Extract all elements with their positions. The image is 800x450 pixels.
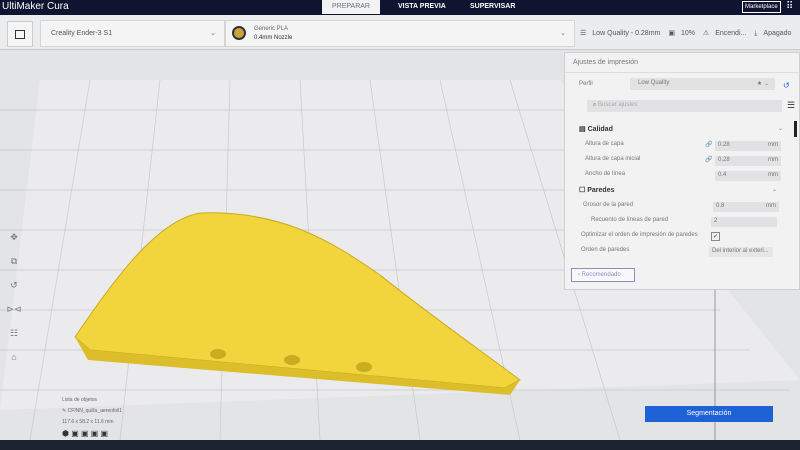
setting-value: 0.4 bbox=[718, 172, 727, 178]
setting-label: Grosor de la pared bbox=[583, 202, 634, 208]
extruder-icon bbox=[232, 26, 246, 40]
slice-button[interactable]: Segmentación bbox=[645, 406, 773, 422]
reset-icon[interactable]: ↺ bbox=[783, 81, 790, 90]
section-paredes[interactable]: ☐ Paredes bbox=[579, 186, 614, 194]
material-selector[interactable]: Generic PLA 0.4mm Nozzle ⌄ bbox=[225, 20, 575, 47]
section-label: Paredes bbox=[587, 187, 615, 194]
support-blocker-icon[interactable]: ⌂ bbox=[4, 345, 24, 369]
chevron-down-icon: ⌄ bbox=[210, 30, 216, 37]
search-icon: ⌕ bbox=[593, 102, 597, 108]
setting-unit: mm bbox=[766, 203, 776, 209]
object-list-label[interactable]: Lista de objetos bbox=[62, 395, 122, 406]
setting-label: Optimizar el orden de impresión de pared… bbox=[581, 232, 698, 238]
infill-summary: 10% bbox=[680, 30, 695, 37]
material-name: Generic PLA bbox=[254, 26, 289, 32]
setting-value: Del interior al exteri... bbox=[712, 248, 769, 254]
chevron-down-icon: ⌄ bbox=[560, 30, 566, 37]
setting-value: 0.28 bbox=[718, 157, 730, 163]
printer-selector[interactable]: Creality Ender-3 S1 ⌄ bbox=[40, 20, 225, 47]
setting-label: Orden de paredes bbox=[581, 247, 630, 253]
app-logo: UltiMaker Cura bbox=[2, 1, 69, 12]
link-icon: 🔗 bbox=[705, 142, 713, 148]
search-settings-input[interactable]: ⌕ Buscar ajustes bbox=[587, 100, 782, 112]
toolbar: Creality Ender-3 S1 ⌄ Generic PLA 0.4mm N… bbox=[0, 15, 800, 50]
section-calidad[interactable]: ▤ Calidad bbox=[579, 125, 613, 133]
view-icons[interactable]: ⬢ ▣ ▣ ▣ ▣ bbox=[62, 428, 122, 439]
support-summary: Encendi... bbox=[715, 30, 747, 37]
infill-icon: ▣ bbox=[668, 30, 675, 37]
setting-label: Ancho de línea bbox=[585, 171, 626, 177]
profile-label: Perfil bbox=[579, 81, 593, 87]
top-bar: UltiMaker Cura PREPARAR VISTA PREVIA SUP… bbox=[0, 0, 800, 15]
wall-thickness-input[interactable]: 0.8 mm bbox=[713, 202, 779, 212]
adhesion-summary: Apagado bbox=[763, 30, 792, 37]
setting-value: 0.8 bbox=[716, 203, 725, 209]
optimize-wall-order-checkbox[interactable]: ✔ bbox=[711, 232, 720, 241]
wall-order-dropdown[interactable]: Del interior al exteri... bbox=[709, 247, 773, 257]
profile-dropdown[interactable]: Low Quality ★ ⌄ bbox=[630, 78, 775, 90]
os-taskbar bbox=[0, 440, 800, 450]
initial-layer-height-input[interactable]: 0.28 mm bbox=[715, 156, 781, 166]
chevron-down-icon: ⌄ bbox=[771, 187, 777, 193]
setting-value: 2 bbox=[714, 218, 718, 224]
recommended-button[interactable]: ‹ Recomendado bbox=[571, 268, 635, 282]
per-model-settings-icon[interactable]: ☷ bbox=[4, 321, 24, 345]
tab-supervisar[interactable]: SUPERVISAR bbox=[460, 0, 525, 14]
star-chevron-icon: ★ ⌄ bbox=[756, 81, 769, 87]
chevron-down-icon: ⌄ bbox=[777, 126, 783, 132]
panel-title: Ajustes de impresión bbox=[565, 53, 799, 73]
apps-grid-icon[interactable]: ⠿ bbox=[786, 1, 793, 12]
tab-preparar[interactable]: PREPARAR bbox=[322, 0, 380, 14]
folder-icon bbox=[15, 29, 25, 39]
search-placeholder: Buscar ajustes bbox=[598, 102, 638, 108]
mirror-icon[interactable]: ⊳⊲ bbox=[4, 297, 24, 321]
setting-value: 0.28 bbox=[718, 142, 730, 148]
left-toolbar: ✥ ⧉ ↺ ⊳⊲ ☷ ⌂ bbox=[4, 225, 24, 369]
panel-scrollbar[interactable] bbox=[794, 121, 797, 137]
setting-label: Altura de capa inicial bbox=[585, 156, 641, 162]
link-icon: 🔗 bbox=[705, 157, 713, 163]
object-name: CFINN_quilla_aereofoil1 bbox=[67, 408, 123, 414]
marketplace-button[interactable]: Marketplace bbox=[742, 1, 781, 13]
recommended-label: Recomendado bbox=[581, 272, 621, 278]
object-dimensions: 117.6 x 58.2 x 11.6 mm bbox=[62, 419, 114, 425]
rotate-icon[interactable]: ↺ bbox=[4, 273, 24, 297]
wall-line-count-input[interactable]: 2 bbox=[711, 217, 777, 227]
print-settings-panel: Ajustes de impresión Perfil Low Quality ★… bbox=[564, 52, 800, 290]
printer-name: Creality Ender-3 S1 bbox=[51, 30, 113, 37]
scale-icon[interactable]: ⧉ bbox=[4, 249, 24, 273]
move-icon[interactable]: ✥ bbox=[4, 225, 24, 249]
tab-vista-previa[interactable]: VISTA PREVIA bbox=[388, 0, 456, 14]
nozzle-size: 0.4mm Nozzle bbox=[254, 35, 293, 41]
support-icon: ⚠ bbox=[702, 30, 710, 37]
setting-unit: mm bbox=[768, 172, 778, 178]
profile-value: Low Quality bbox=[638, 80, 670, 86]
line-width-input[interactable]: 0.4 mm bbox=[715, 171, 781, 181]
profile-summary: Low Quality - 0.28mm bbox=[592, 30, 661, 37]
adhesion-icon: ⤓ bbox=[754, 30, 758, 37]
layer-height-input[interactable]: 0.28 mm bbox=[715, 141, 781, 151]
setting-label: Recuento de líneas de pared bbox=[591, 217, 669, 223]
section-label: Calidad bbox=[587, 126, 613, 133]
setting-unit: mm bbox=[768, 157, 778, 163]
open-file-button[interactable] bbox=[7, 21, 33, 47]
menu-icon[interactable]: ☰ bbox=[787, 100, 795, 111]
print-settings-summary[interactable]: ☰ Low Quality - 0.28mm ▣ 10% ⚠ Encendi... ⤓… bbox=[580, 29, 797, 38]
setting-unit: mm bbox=[768, 142, 778, 148]
setting-label: Altura de capa bbox=[585, 141, 624, 147]
sliders-icon: ☰ bbox=[580, 30, 587, 37]
object-info: Lista de objetos ✎ CFINN_quilla_aereofoi… bbox=[62, 395, 123, 439]
